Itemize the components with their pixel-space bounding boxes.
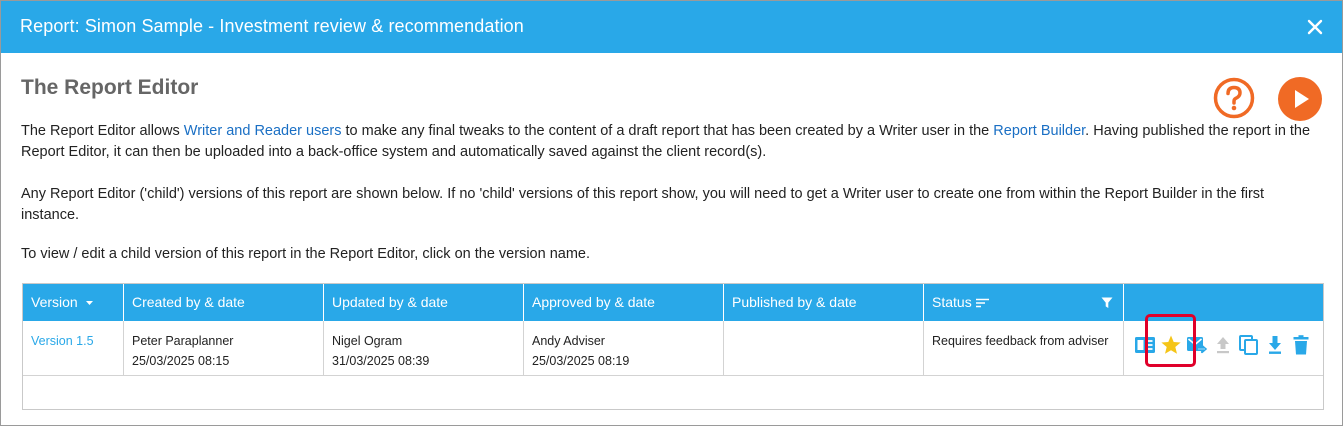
sort-lines-icon <box>975 298 989 308</box>
sort-down-icon <box>85 301 93 306</box>
play-video-button[interactable] <box>1278 77 1322 121</box>
intro-paragraph: The Report Editor allows Writer and Read… <box>21 121 1321 163</box>
help-icon[interactable] <box>1213 77 1255 119</box>
writer-reader-users-link[interactable]: Writer and Reader users <box>184 123 342 139</box>
status-text: Requires feedback from adviser <box>932 334 1109 348</box>
updated-cell: Nigel Ogram 31/03/2025 08:39 <box>324 321 524 376</box>
dialog-titlebar: Report: Simon Sample - Investment review… <box>1 1 1342 53</box>
intro-text-b: to make any final tweaks to the content … <box>341 123 994 139</box>
version-cell: Version 1.5 <box>23 321 124 376</box>
versions-table: Version Created by & date Updated by & d… <box>22 283 1324 410</box>
table-row: Version 1.5 Peter Paraplanner 25/03/2025… <box>23 321 1323 376</box>
trash-icon[interactable] <box>1290 334 1312 356</box>
approved-date: 25/03/2025 08:19 <box>532 354 630 368</box>
status-header-label: Status <box>932 294 972 310</box>
play-icon <box>1295 90 1309 108</box>
intro-text-a: The Report Editor allows <box>21 123 184 139</box>
star-highlight-box <box>1145 314 1196 367</box>
status-column-header[interactable]: Status <box>924 284 1124 321</box>
version-header-label: Version <box>31 294 78 310</box>
report-builder-link[interactable]: Report Builder <box>993 123 1085 139</box>
updated-date: 31/03/2025 08:39 <box>332 354 430 368</box>
filter-icon[interactable] <box>1101 297 1113 309</box>
copy-icon[interactable] <box>1238 334 1260 356</box>
download-icon[interactable] <box>1264 334 1286 356</box>
published-column-header[interactable]: Published by & date <box>724 284 924 321</box>
child-versions-paragraph: Any Report Editor ('child') versions of … <box>21 186 1265 223</box>
created-date: 25/03/2025 08:15 <box>132 354 230 368</box>
created-column-header[interactable]: Created by & date <box>124 284 324 321</box>
dialog-title: Report: Simon Sample - Investment review… <box>20 16 524 36</box>
version-link[interactable]: Version 1.5 <box>31 334 94 348</box>
updated-column-header[interactable]: Updated by & date <box>324 284 524 321</box>
version-column-header[interactable]: Version <box>23 284 124 321</box>
approved-by: Andy Adviser <box>532 334 605 348</box>
page-title: The Report Editor <box>21 76 199 99</box>
status-cell: Requires feedback from adviser <box>924 321 1124 376</box>
table-header: Version Created by & date Updated by & d… <box>23 284 1323 321</box>
created-by: Peter Paraplanner <box>132 334 234 348</box>
upload-icon <box>1217 337 1229 354</box>
approved-cell: Andy Adviser 25/03/2025 08:19 <box>524 321 724 376</box>
report-dialog: Report: Simon Sample - Investment review… <box>0 0 1343 426</box>
instructions-paragraph: To view / edit a child version of this r… <box>21 246 590 262</box>
updated-by: Nigel Ogram <box>332 334 403 348</box>
approved-column-header[interactable]: Approved by & date <box>524 284 724 321</box>
created-cell: Peter Paraplanner 25/03/2025 08:15 <box>124 321 324 376</box>
published-cell <box>724 321 924 376</box>
close-icon[interactable] <box>1306 18 1324 36</box>
